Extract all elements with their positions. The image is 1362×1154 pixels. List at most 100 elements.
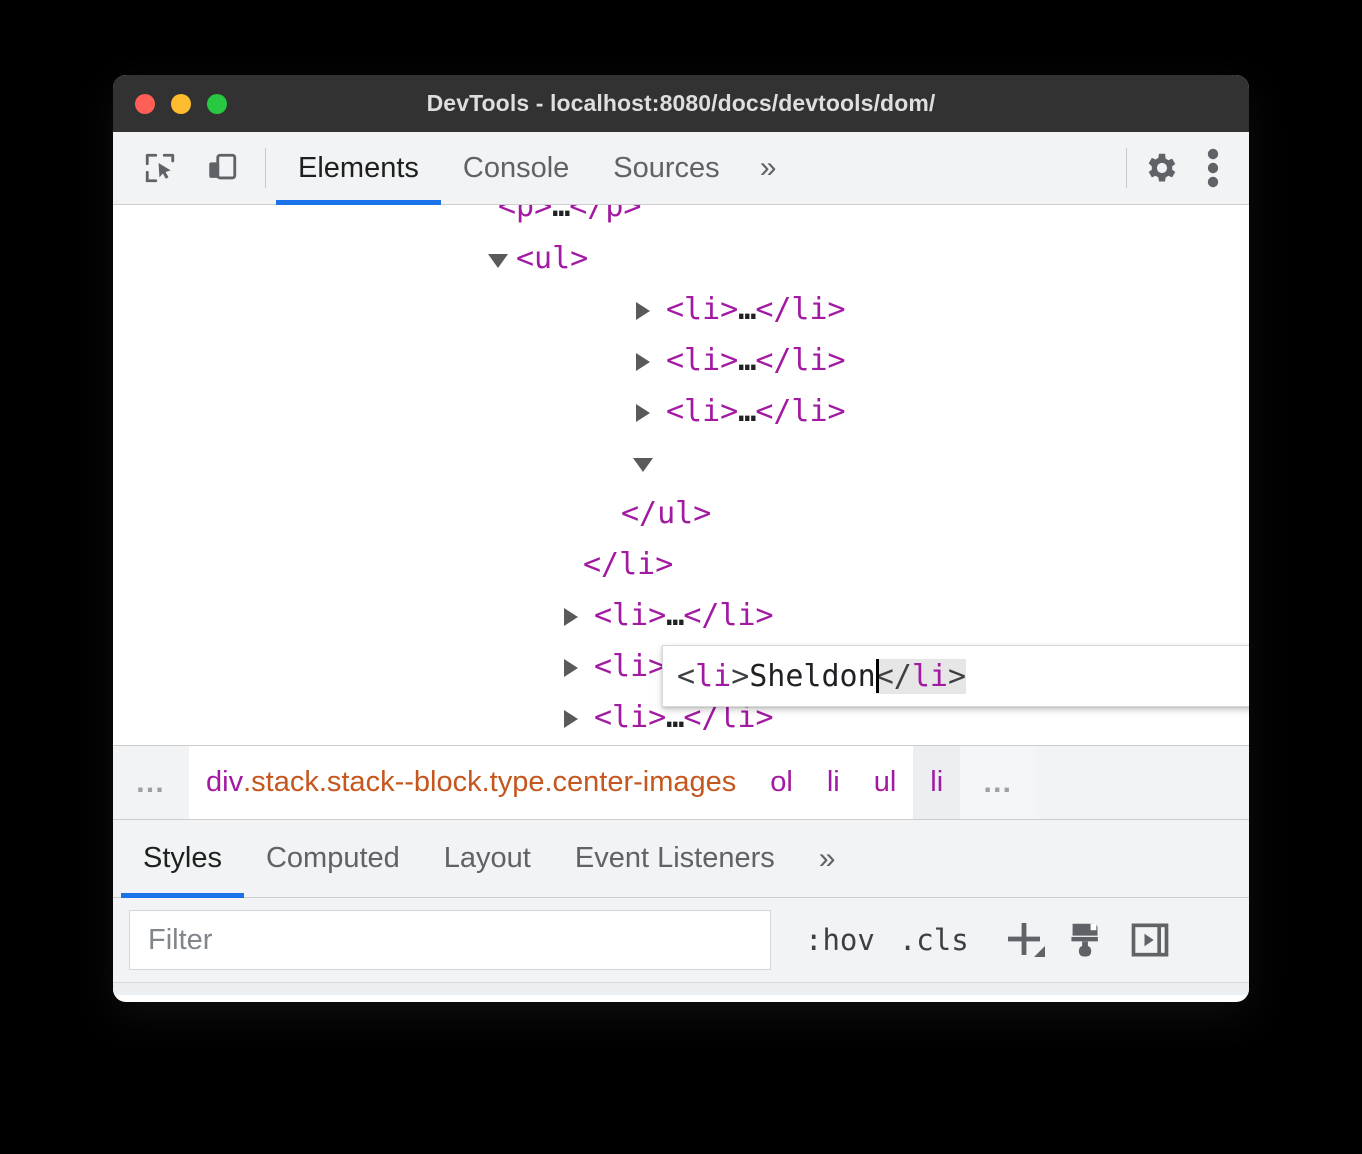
disclosure-triangle-closed-icon[interactable] [564, 710, 578, 728]
tab-event-listeners[interactable]: Event Listeners [553, 820, 797, 897]
editor-selection: </li> [875, 658, 966, 694]
dom-collapsed-ellipsis: … [552, 205, 570, 224]
tab-computed[interactable]: Computed [244, 820, 422, 897]
paintbrush-icon[interactable] [1057, 911, 1115, 969]
dom-collapsed-ellipsis: … [738, 394, 756, 429]
dom-row[interactable]: <p>…</p> [113, 205, 1249, 233]
more-panels-icon: » [759, 151, 777, 184]
window-controls [135, 75, 227, 132]
dom-tag-open: <li> [594, 598, 667, 633]
tab-elements[interactable]: Elements [276, 132, 441, 205]
more-styles-tabs-icon: » [818, 841, 836, 875]
tab-styles-label: Styles [143, 842, 222, 874]
breadcrumb-classes: .stack.stack--block.type.center-images [243, 766, 737, 798]
dom-row-editing[interactable] [113, 437, 1249, 488]
dom-tag-close: </li> [755, 394, 846, 429]
dom-tag-open: <li> [666, 394, 739, 429]
dom-row[interactable]: <li>…</li> [113, 335, 1249, 386]
editor-node-text: Sheldon [749, 658, 876, 694]
tab-computed-label: Computed [265, 842, 400, 874]
inspect-element-icon[interactable] [137, 145, 183, 191]
dom-tag-close: </li> [755, 292, 846, 327]
dom-tag-open: <li> [594, 700, 667, 735]
disclosure-triangle-open-icon[interactable] [633, 458, 653, 472]
class-button[interactable]: .cls [887, 910, 981, 970]
devtools-toolbar: Elements Console Sources » [113, 132, 1249, 205]
inline-html-editor-content[interactable]: <li>Sheldon</li> [663, 658, 966, 694]
breadcrumb-item-li[interactable]: li [809, 746, 857, 819]
dom-row[interactable]: <ul> [113, 233, 1249, 284]
breadcrumb-item-ul[interactable]: ul [856, 746, 914, 819]
close-window-button[interactable] [135, 93, 155, 114]
dom-tag-open: <p> [498, 205, 553, 224]
gear-icon[interactable] [1139, 145, 1185, 191]
disclosure-triangle-closed-icon[interactable] [564, 659, 578, 677]
tab-layout[interactable]: Layout [422, 820, 553, 897]
disclosure-triangle-closed-icon[interactable] [636, 302, 650, 320]
filter-placeholder: Filter [148, 923, 213, 956]
window-titlebar: DevTools - localhost:8080/docs/devtools/… [113, 75, 1249, 132]
kebab-menu-icon[interactable] [1195, 145, 1231, 191]
window-bottom-strip [113, 982, 1249, 995]
editor-open-bracket: < [677, 658, 696, 694]
breadcrumb-tag: li [826, 766, 840, 798]
more-panels-button[interactable]: » [742, 132, 795, 204]
plus-icon[interactable] [995, 911, 1053, 969]
dom-row[interactable]: </li> [113, 539, 1249, 590]
tab-console[interactable]: Console [441, 132, 591, 204]
tab-event-listeners-label: Event Listeners [574, 842, 775, 874]
editor-open-bracket-close: > [731, 658, 750, 694]
editor-close-tagname: li [911, 658, 948, 694]
dom-row[interactable]: <li>…</li> [113, 590, 1249, 641]
inline-html-editor[interactable]: <li>Sheldon</li> [662, 645, 1249, 707]
styles-pane-tabs: Styles Computed Layout Event Listeners » [113, 820, 1249, 898]
toolbar-right-group [1120, 132, 1249, 204]
text-caret [875, 658, 879, 693]
styles-filter-toolbar: Filter :hov .cls [113, 898, 1249, 982]
dom-tag-ul-close: </ul> [621, 496, 712, 531]
hover-state-button[interactable]: :hov [793, 910, 887, 970]
dom-tag-open: <li> [666, 292, 739, 327]
breadcrumb-item-li-selected[interactable]: li [913, 746, 961, 819]
panel-toggle-icon[interactable] [1121, 911, 1179, 969]
dom-node-p: <p>…</p> [498, 205, 642, 232]
disclosure-triangle-open-icon[interactable] [488, 254, 508, 268]
dom-tag-close: </p> [569, 205, 642, 224]
tab-elements-label: Elements [298, 151, 419, 184]
screenshot-root: DevTools - localhost:8080/docs/devtools/… [0, 0, 1362, 1154]
disclosure-triangle-closed-icon[interactable] [636, 353, 650, 371]
disclosure-triangle-closed-icon[interactable] [564, 608, 578, 626]
dom-node-li: <li>…</li> [666, 335, 846, 386]
dom-node-li: <li>…</li> [594, 590, 774, 641]
breadcrumb-item-div[interactable]: div .stack.stack--block.type.center-image… [189, 746, 754, 819]
toolbar-divider-right [1126, 148, 1127, 188]
dom-tag-ul-open: <ul> [516, 241, 589, 276]
editor-close-bracket: </ [875, 658, 912, 694]
dom-row[interactable]: </ul> [113, 488, 1249, 539]
breadcrumb-overflow-right[interactable]: … [960, 746, 1037, 819]
dom-row[interactable]: <li>…</li> [113, 386, 1249, 437]
tab-sources-label: Sources [613, 151, 720, 184]
dom-collapsed-ellipsis: … [666, 598, 684, 633]
disclosure-triangle-closed-icon[interactable] [636, 404, 650, 422]
editor-open-tagname: li [695, 658, 732, 694]
breadcrumb-overflow-left[interactable]: … [113, 746, 189, 819]
dom-tag-open: <li> [594, 649, 667, 684]
breadcrumb-tag: div [206, 766, 244, 798]
window-title: DevTools - localhost:8080/docs/devtools/… [426, 90, 936, 116]
minimize-window-button[interactable] [171, 93, 191, 114]
more-styles-tabs-button[interactable]: » [797, 820, 858, 897]
dom-collapsed-ellipsis: … [738, 292, 756, 327]
breadcrumb-item-ol[interactable]: ol [753, 746, 810, 819]
dom-row[interactable]: <li>…</li> [113, 284, 1249, 335]
dom-node-li: <li>…</li> [666, 386, 846, 437]
dom-collapsed-ellipsis: … [738, 343, 756, 378]
tab-sources[interactable]: Sources [591, 132, 741, 204]
filter-input[interactable]: Filter [129, 910, 771, 970]
toolbar-divider [265, 148, 266, 188]
maximize-window-button[interactable] [207, 93, 227, 114]
dom-tree-pane[interactable]: <p>…</p> <ul> <li>…</li> <li>…</li> <li>… [113, 205, 1249, 745]
tab-styles[interactable]: Styles [121, 820, 244, 898]
editor-close-bracket-close: > [947, 658, 966, 694]
device-toolbar-icon[interactable] [199, 145, 245, 191]
